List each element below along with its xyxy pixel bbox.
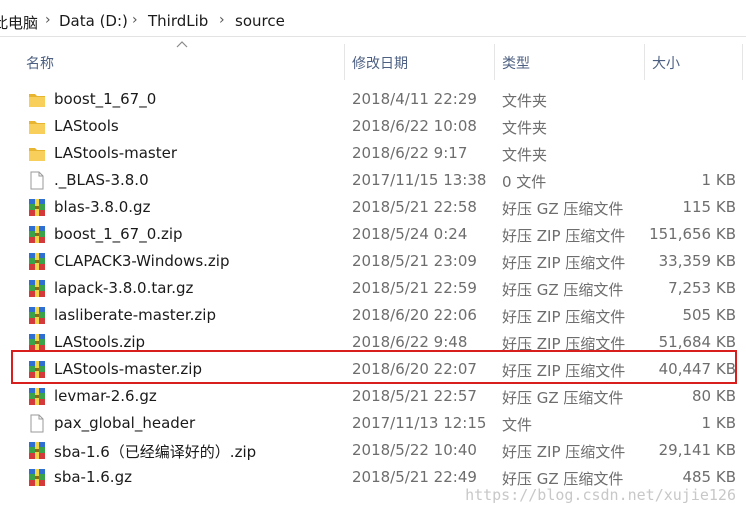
file-size: 1 KB (701, 414, 736, 432)
file-date: 2018/4/11 22:29 (352, 90, 477, 108)
file-row[interactable]: lasliberate-master.zip 2018/6/20 22:06 好压 … (22, 302, 740, 329)
breadcrumb-thirdlib[interactable]: ThirdLib (148, 12, 208, 30)
file-size: 1 KB (701, 171, 736, 189)
column-header-size[interactable]: 大小 (652, 44, 742, 84)
folder-icon (28, 117, 46, 136)
file-date: 2018/5/21 22:57 (352, 387, 477, 405)
file-date: 2018/6/22 10:08 (352, 117, 477, 135)
file-size: 115 KB (682, 198, 736, 216)
file-size: 33,359 KB (658, 252, 736, 270)
file-date: 2018/5/21 22:59 (352, 279, 477, 297)
breadcrumb-drive[interactable]: Data (D:) (59, 12, 128, 30)
column-divider[interactable] (344, 44, 345, 80)
archive-icon (28, 441, 46, 460)
column-header-name[interactable]: 名称 (26, 44, 344, 84)
folder-icon (28, 90, 46, 109)
file-type: 0 文件 (502, 173, 547, 191)
file-name: ._BLAS-3.8.0 (54, 171, 149, 189)
file-name: blas-3.8.0.gz (54, 198, 151, 216)
column-header-date-label: 修改日期 (352, 56, 408, 72)
file-type: 好压 ZIP 压缩文件 (502, 443, 626, 461)
file-row[interactable]: LAStools 2018/6/22 10:08 文件夹 (22, 113, 740, 140)
file-size: 485 KB (682, 468, 736, 486)
file-type: 好压 GZ 压缩文件 (502, 389, 624, 407)
file-type: 好压 ZIP 压缩文件 (502, 254, 626, 272)
archive-icon (28, 225, 46, 244)
breadcrumb-this-pc[interactable]: 此电脑 (0, 12, 38, 33)
file-date: 2017/11/13 12:15 (352, 414, 487, 432)
archive-icon (28, 387, 46, 406)
archive-icon (28, 279, 46, 298)
file-icon (28, 414, 46, 433)
archive-icon (28, 198, 46, 217)
file-date: 2018/5/21 22:49 (352, 468, 477, 486)
file-row[interactable]: levmar-2.6.gz 2018/5/21 22:57 好压 GZ 压缩文件 80… (22, 383, 740, 410)
address-bar[interactable]: 此电脑 › Data (D:) › ThirdLib › source (0, 0, 746, 37)
column-divider[interactable] (742, 44, 743, 80)
file-type: 文件夹 (502, 92, 548, 110)
file-size: 7,253 KB (668, 279, 736, 297)
file-size: 29,141 KB (658, 441, 736, 459)
breadcrumb-separator-icon[interactable]: › (132, 12, 138, 28)
file-name: LAStools.zip (54, 333, 146, 351)
file-row[interactable]: sba-1.6（已经编译好的）.zip 2018/5/22 10:40 好压 ZIP… (22, 437, 740, 464)
file-name: pax_global_header (54, 414, 196, 432)
breadcrumb-separator-icon[interactable]: › (219, 12, 225, 28)
file-size: 80 KB (692, 387, 736, 405)
column-header-date[interactable]: 修改日期 (352, 44, 494, 84)
file-name: boost_1_67_0.zip (54, 225, 183, 243)
file-type: 好压 ZIP 压缩文件 (502, 227, 626, 245)
file-date: 2018/6/20 22:06 (352, 306, 477, 324)
file-type: 好压 GZ 压缩文件 (502, 281, 624, 299)
file-row[interactable]: CLAPACK3-Windows.zip 2018/5/21 23:09 好压 ZI… (22, 248, 740, 275)
file-name: lapack-3.8.0.tar.gz (54, 279, 194, 297)
watermark: https://blog.csdn.net/xujie126 (465, 486, 736, 504)
file-size: 151,656 KB (649, 225, 736, 243)
file-size: 505 KB (682, 306, 736, 324)
file-date: 2017/11/15 13:38 (352, 171, 487, 189)
archive-icon (28, 306, 46, 325)
file-row[interactable]: ._BLAS-3.8.0 2017/11/15 13:38 0 文件 1 KB (22, 167, 740, 194)
file-name: CLAPACK3-Windows.zip (54, 252, 230, 270)
file-date: 2018/5/21 23:09 (352, 252, 477, 270)
archive-icon (28, 252, 46, 271)
file-type: 文件 (502, 416, 533, 434)
file-name: boost_1_67_0 (54, 90, 157, 108)
highlight-box (11, 350, 737, 384)
column-divider[interactable] (494, 44, 495, 80)
column-header-size-label: 大小 (652, 56, 680, 72)
file-row[interactable]: pax_global_header 2017/11/13 12:15 文件 1 KB (22, 410, 740, 437)
file-type: 好压 GZ 压缩文件 (502, 200, 624, 218)
file-size: 51,684 KB (658, 333, 736, 351)
file-name: sba-1.6.gz (54, 468, 132, 486)
file-row[interactable]: boost_1_67_0 2018/4/11 22:29 文件夹 (22, 86, 740, 113)
column-header-type[interactable]: 类型 (502, 44, 642, 84)
file-icon (28, 171, 46, 190)
folder-icon (28, 144, 46, 163)
file-date: 2018/5/21 22:58 (352, 198, 477, 216)
file-date: 2018/6/22 9:48 (352, 333, 468, 351)
file-name: sba-1.6（已经编译好的）.zip (54, 443, 257, 461)
file-type: 文件夹 (502, 146, 548, 164)
breadcrumb-separator-icon[interactable]: › (45, 12, 51, 28)
file-row[interactable]: boost_1_67_0.zip 2018/5/24 0:24 好压 ZIP 压缩文… (22, 221, 740, 248)
archive-icon (28, 468, 46, 487)
file-name: LAStools (54, 117, 119, 135)
file-row[interactable]: lapack-3.8.0.tar.gz 2018/5/21 22:59 好压 GZ … (22, 275, 740, 302)
file-date: 2018/6/22 9:17 (352, 144, 468, 162)
file-name: levmar-2.6.gz (54, 387, 157, 405)
column-header-name-label: 名称 (26, 56, 54, 72)
file-type: 好压 ZIP 压缩文件 (502, 308, 626, 326)
file-type: 文件夹 (502, 119, 548, 137)
file-date: 2018/5/22 10:40 (352, 441, 477, 459)
breadcrumb-source[interactable]: source (235, 12, 285, 30)
file-row[interactable]: LAStools-master 2018/6/22 9:17 文件夹 (22, 140, 740, 167)
file-name: lasliberate-master.zip (54, 306, 216, 324)
column-header-type-label: 类型 (502, 56, 530, 72)
file-name: LAStools-master (54, 144, 178, 162)
file-date: 2018/5/24 0:24 (352, 225, 468, 243)
file-row[interactable]: blas-3.8.0.gz 2018/5/21 22:58 好压 GZ 压缩文件 11… (22, 194, 740, 221)
column-divider[interactable] (644, 44, 645, 80)
